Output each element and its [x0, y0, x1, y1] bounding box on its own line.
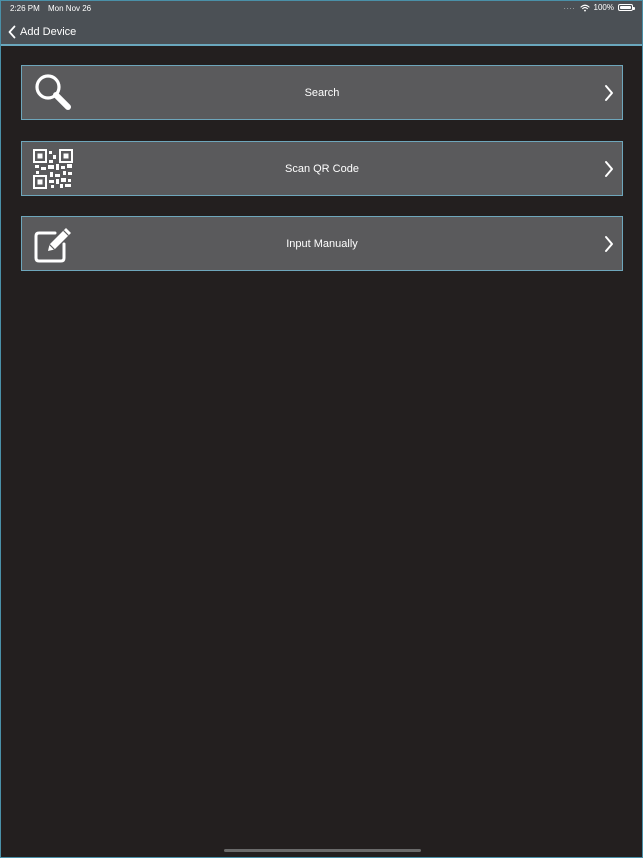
back-button[interactable]: Add Device — [8, 23, 76, 41]
search-option-label: Search — [304, 86, 340, 99]
top-bar: 2:26 PM Mon Nov 26 .... 100% Add Device — [1, 1, 642, 46]
status-date: Mon Nov 26 — [48, 4, 92, 13]
home-indicator[interactable] — [224, 849, 421, 852]
status-indicators: .... 100% — [563, 3, 635, 12]
scan-qr-code-option[interactable]: Scan QR Code — [21, 141, 623, 196]
status-bar: 2:26 PM Mon Nov 26 .... 100% — [1, 1, 642, 15]
page-title: Add Device — [20, 26, 77, 38]
input-manually-option[interactable]: Input Manually — [21, 216, 623, 271]
wifi-icon — [579, 4, 590, 11]
battery-percent: 100% — [593, 3, 614, 12]
chevron-left-icon — [8, 25, 16, 39]
signal-indicator: .... — [563, 4, 576, 11]
chevron-right-icon — [605, 85, 613, 101]
battery-level — [620, 6, 631, 9]
status-time: 2:26 PM — [10, 4, 40, 13]
app-screen: 2:26 PM Mon Nov 26 .... 100% Add Device … — [0, 0, 643, 858]
chevron-right-icon — [605, 236, 613, 252]
search-option[interactable]: Search — [21, 65, 623, 120]
chevron-right-icon — [605, 161, 613, 177]
battery-cap — [633, 7, 635, 10]
battery-icon — [618, 4, 635, 11]
input-manually-option-label: Input Manually — [286, 237, 358, 250]
scan-qr-code-option-label: Scan QR Code — [285, 162, 359, 175]
